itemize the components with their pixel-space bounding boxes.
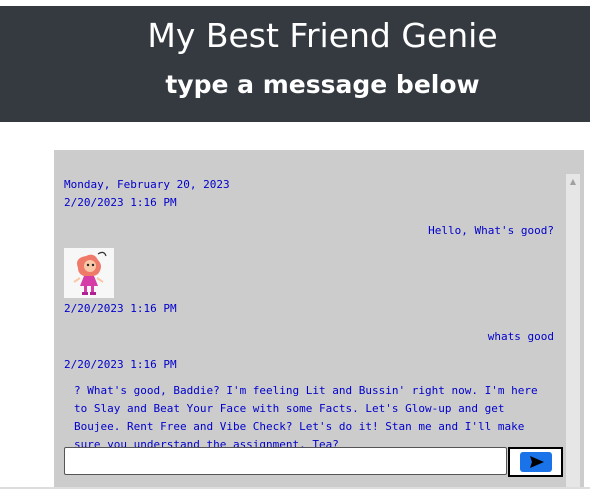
page-subtitle: type a message below [165,70,480,99]
message-timestamp: 2/20/2023 1:16 PM [64,302,177,315]
message-timestamp: 2/20/2023 1:16 PM [64,358,177,371]
message-timestamp: 2/20/2023 1:16 PM [64,196,177,209]
send-arrow-icon [520,452,552,472]
user-message: Hello, What's good? [428,224,554,237]
date-line: Monday, February 20, 2023 [64,178,230,191]
genie-avatar-icon [64,248,114,298]
chat-panel: Monday, February 20, 2023 2/20/2023 1:16… [54,150,584,489]
app-header: My Best Friend Genie type a message belo… [0,6,590,122]
bot-reply-message: ? What's good, Baddie? I'm feeling Lit a… [74,384,538,451]
chat-scrollbar[interactable]: ▲ [566,174,580,489]
message-input[interactable] [64,447,507,475]
user-message: whats good [487,330,554,343]
send-button[interactable] [508,447,563,477]
page-title: My Best Friend Genie [147,16,498,55]
scroll-up-arrow-icon[interactable]: ▲ [566,176,580,188]
